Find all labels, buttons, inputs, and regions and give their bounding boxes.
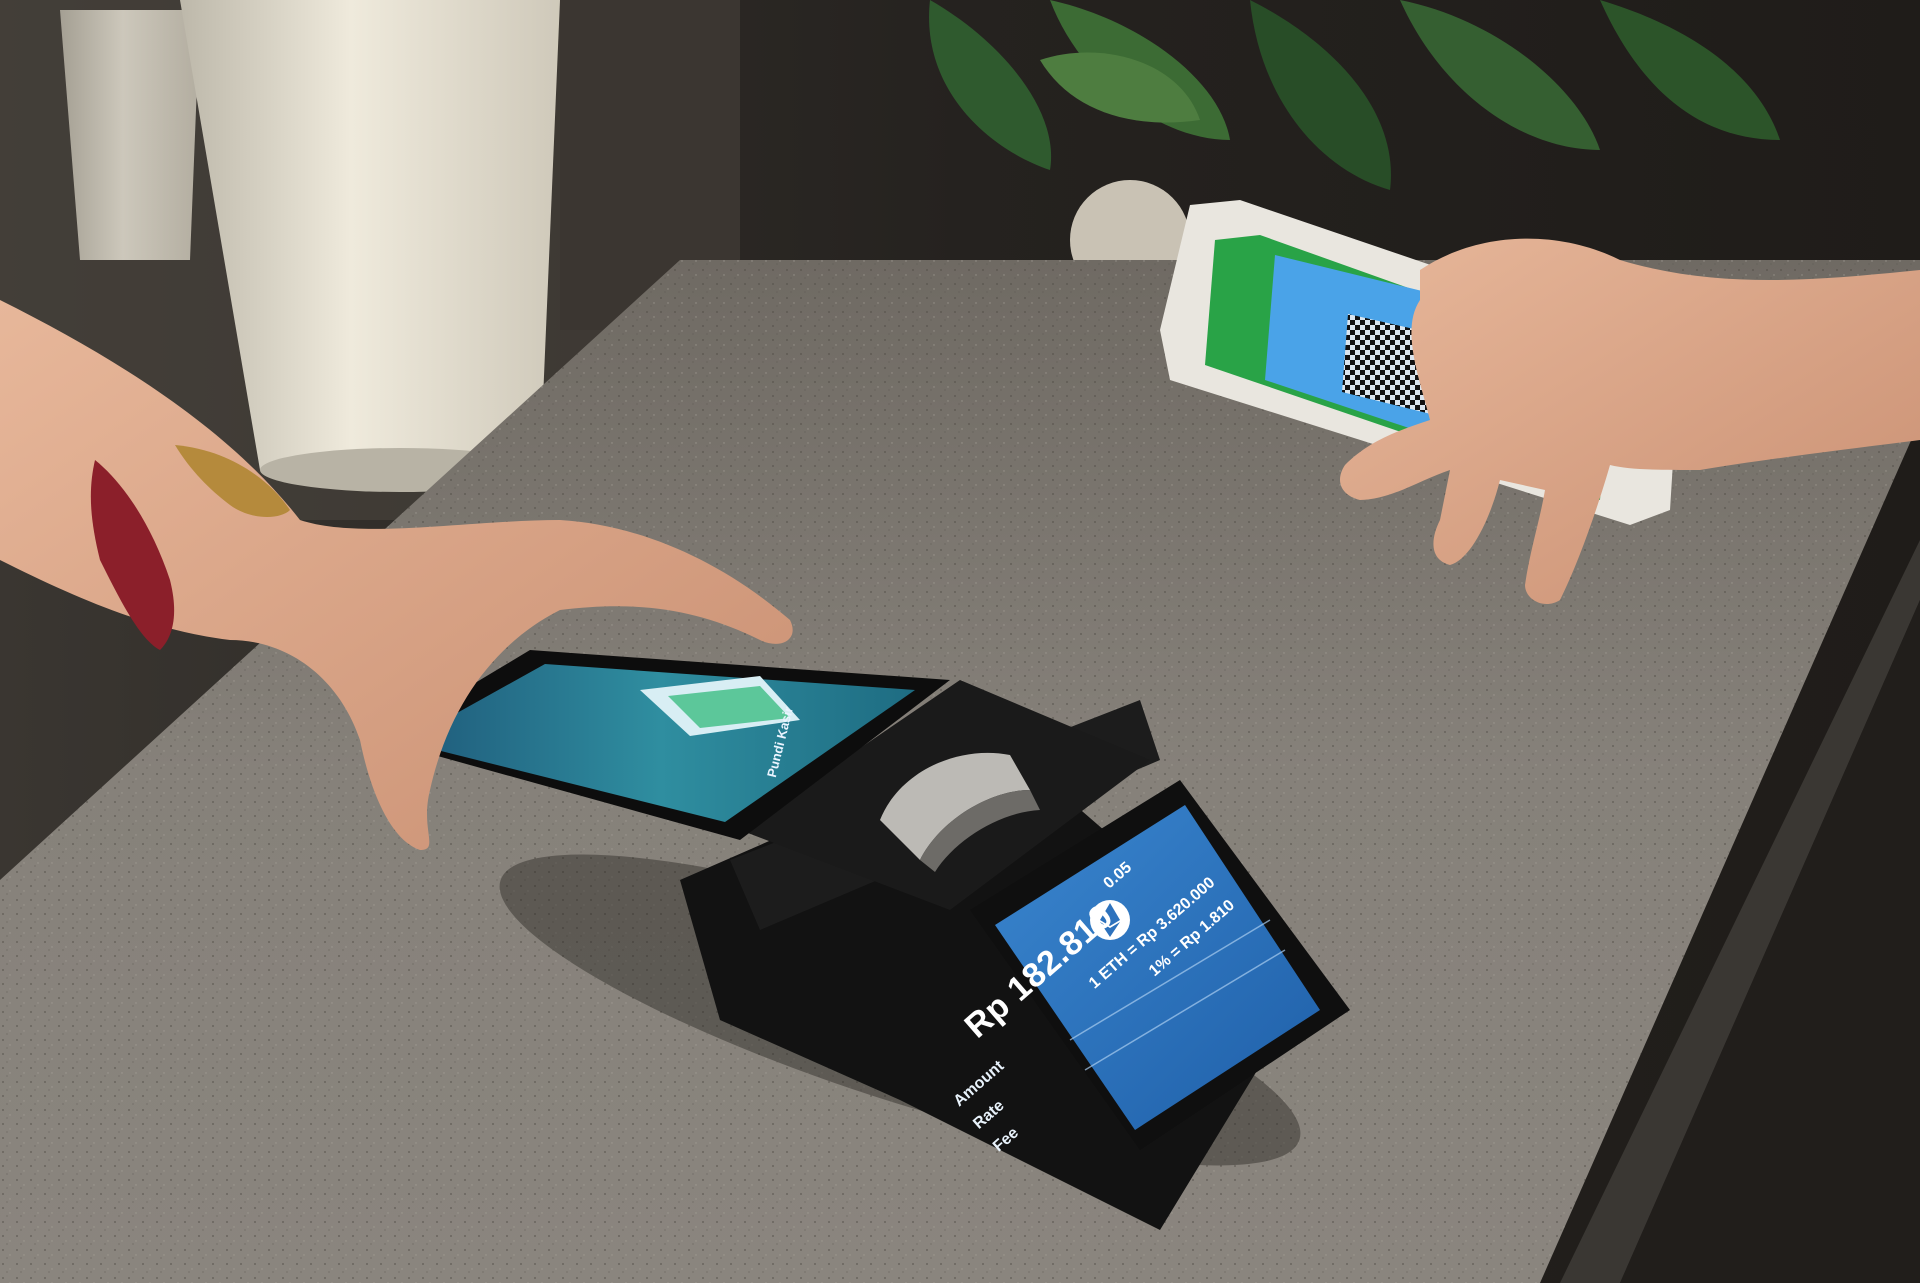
rate-label: Rate bbox=[970, 1097, 1008, 1133]
fee-label: Fee bbox=[989, 1124, 1022, 1156]
eth-quantity: 0.05 bbox=[1100, 859, 1136, 893]
paper-cup-left bbox=[60, 10, 200, 260]
